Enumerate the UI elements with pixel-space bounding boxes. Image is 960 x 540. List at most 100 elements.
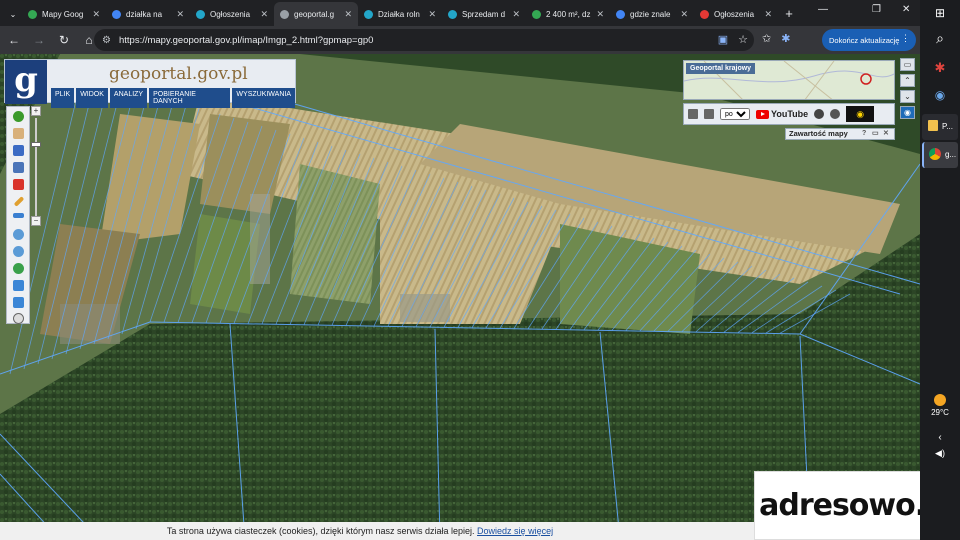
browser-tab[interactable]: geoportal.g ✕: [274, 2, 358, 26]
sun-icon: [934, 394, 946, 406]
options-bar: pol YouTube ◉: [683, 103, 895, 125]
right-controls: ▭ ⌃ ⌄ ◉: [899, 58, 917, 128]
chevron-up-icon[interactable]: ⌃: [900, 74, 915, 87]
geoportal-menu-item[interactable]: POBIERANIE DANYCH: [149, 88, 231, 108]
collapse-icon[interactable]: ▭: [900, 58, 915, 71]
accessibility-eye-button[interactable]: ◉: [846, 106, 875, 122]
browser-tab[interactable]: Ogłoszenia ✕: [190, 2, 274, 26]
tab-close-icon[interactable]: ✕: [176, 9, 184, 20]
printer-icon[interactable]: [704, 109, 714, 119]
browser-tab[interactable]: Sprzedam d ✕: [442, 2, 526, 26]
overview-map[interactable]: Geoportal krajowy: [683, 60, 895, 100]
geoportal-menu-item[interactable]: ANALIZY: [109, 88, 148, 108]
chevron-left-icon[interactable]: ‹: [920, 432, 960, 443]
map-contents-panel[interactable]: Zawartość mapy ? ▭ ✕: [785, 128, 895, 140]
info-icon[interactable]: [13, 111, 24, 122]
map-view[interactable]: g geoportal.gov.pl PLIK WIDOK ANALIZY POBIE…: [0, 54, 920, 540]
language-select[interactable]: pol: [720, 108, 750, 120]
browser-tab[interactable]: działka na ✕: [106, 2, 190, 26]
forward-button[interactable]: →: [28, 33, 50, 47]
zoom-out-icon[interactable]: [13, 246, 24, 257]
orthophoto-map[interactable]: [0, 54, 920, 540]
browser-tab[interactable]: Mapy Goog ✕: [22, 2, 106, 26]
site-info-icon[interactable]: ⚙: [102, 35, 111, 46]
next-view-icon[interactable]: [13, 297, 24, 308]
tab-close-icon[interactable]: ✕: [680, 9, 688, 20]
back-button[interactable]: ←: [3, 33, 25, 47]
full-extent-globe-icon[interactable]: [13, 263, 24, 274]
chevron-down-icon[interactable]: ⌄: [900, 90, 915, 103]
geoportal-menu-item[interactable]: WIDOK: [76, 88, 108, 108]
help-icon[interactable]: ?: [862, 129, 866, 139]
browser-tab[interactable]: 2 400 m², dz ✕: [526, 2, 610, 26]
minimize-button[interactable]: —: [818, 4, 828, 15]
zoom-thumb[interactable]: [31, 142, 41, 147]
tab-close-icon[interactable]: ✕: [512, 9, 520, 20]
geoportal-menu: PLIK WIDOK ANALIZY POBIERANIE DANYCH WYSZUKI…: [51, 88, 295, 108]
camera-app-icon[interactable]: ◉: [920, 88, 960, 102]
overview-label: Geoportal krajowy: [686, 63, 756, 74]
settings-icon[interactable]: [830, 109, 841, 119]
geoportal-menu-item[interactable]: WYSZUKIWANIA: [232, 88, 295, 108]
help-icon[interactable]: [814, 109, 825, 119]
address-bar[interactable]: ⚙ https://mapy.geoportal.gov.pl/imap/Img…: [94, 29, 754, 51]
profile-icon[interactable]: ✱: [781, 32, 790, 45]
print-small-icon[interactable]: [688, 109, 698, 119]
previous-view-icon[interactable]: [13, 280, 24, 291]
app-icon-red[interactable]: ✱: [920, 60, 960, 76]
zoom-slider[interactable]: + −: [30, 106, 42, 228]
windows-taskbar: ⊞ ⌕ ✱ ◉ P... g... 29°C ‹ ◀): [920, 0, 960, 540]
document-icon[interactable]: [13, 145, 24, 156]
new-tab-button[interactable]: +: [778, 6, 800, 21]
tab-search-button[interactable]: ⌄: [4, 2, 22, 26]
reload-button[interactable]: ↻: [53, 33, 75, 47]
print-icon[interactable]: [13, 179, 24, 190]
cast-icon[interactable]: ▣: [718, 33, 728, 46]
zoom-in-icon[interactable]: [13, 229, 24, 240]
tab-favicon-icon: [364, 9, 373, 19]
eye-toggle-icon[interactable]: ◉: [900, 106, 915, 119]
browser-tab[interactable]: gdzie znale ✕: [610, 2, 694, 26]
taskbar-app-chrome[interactable]: g...: [922, 142, 958, 168]
close-icon[interactable]: ✕: [883, 129, 889, 139]
taskbar-app1-label: P...: [942, 122, 953, 131]
zoom-minus-button[interactable]: −: [31, 216, 41, 226]
youtube-label: YouTube: [771, 109, 809, 119]
close-window-button[interactable]: ✕: [902, 4, 910, 15]
clear-icon[interactable]: [13, 313, 24, 324]
geoportal-menu-item[interactable]: PLIK: [51, 88, 75, 108]
url-text: https://mapy.geoportal.gov.pl/imap/Imgp_…: [118, 34, 374, 46]
browser-tab[interactable]: Ogłoszenia ✕: [694, 2, 778, 26]
tab-close-icon[interactable]: ✕: [428, 9, 436, 20]
zoom-track[interactable]: [35, 118, 37, 216]
update-button[interactable]: Dokończ aktualizację ⋮: [822, 29, 916, 51]
search-icon[interactable]: ⌕: [920, 30, 960, 47]
bookmark-star-icon[interactable]: ☆: [738, 33, 748, 46]
zoom-plus-button[interactable]: +: [31, 106, 41, 116]
cookie-learn-more-link[interactable]: Dowiedz się więcej: [477, 526, 553, 536]
layers-icon[interactable]: [13, 162, 24, 173]
tab-favicon-icon: [28, 9, 37, 19]
weather-widget[interactable]: 29°C: [920, 394, 960, 417]
extensions-icon[interactable]: ✩: [762, 32, 771, 45]
youtube-link[interactable]: YouTube: [756, 109, 808, 119]
pan-hand-icon[interactable]: [13, 128, 24, 139]
geoportal-logo[interactable]: g: [5, 60, 47, 104]
tab-close-icon[interactable]: ✕: [92, 9, 100, 20]
measure-pencil-icon[interactable]: [13, 196, 25, 207]
tab-close-icon[interactable]: ✕: [344, 9, 352, 20]
restore-icon[interactable]: ▭: [872, 129, 879, 139]
volume-icon[interactable]: ◀): [920, 448, 960, 459]
tab-close-icon[interactable]: ✕: [596, 9, 604, 20]
cookie-text: Ta strona używa ciasteczek (cookies), dz…: [166, 526, 475, 536]
scale-icon[interactable]: [13, 213, 24, 218]
tab-close-icon[interactable]: ✕: [764, 9, 772, 20]
geoportal-header: g geoportal.gov.pl PLIK WIDOK ANALIZY POBIE…: [4, 59, 296, 108]
windows-start-icon[interactable]: ⊞: [920, 6, 960, 20]
tab-title: geoportal.g: [294, 9, 335, 19]
maximize-button[interactable]: ❐: [872, 4, 881, 15]
more-menu-icon[interactable]: ⋮: [901, 33, 910, 44]
taskbar-app-folder[interactable]: P...: [922, 114, 958, 140]
tab-close-icon[interactable]: ✕: [260, 9, 268, 20]
browser-tab[interactable]: Działka roln ✕: [358, 2, 442, 26]
